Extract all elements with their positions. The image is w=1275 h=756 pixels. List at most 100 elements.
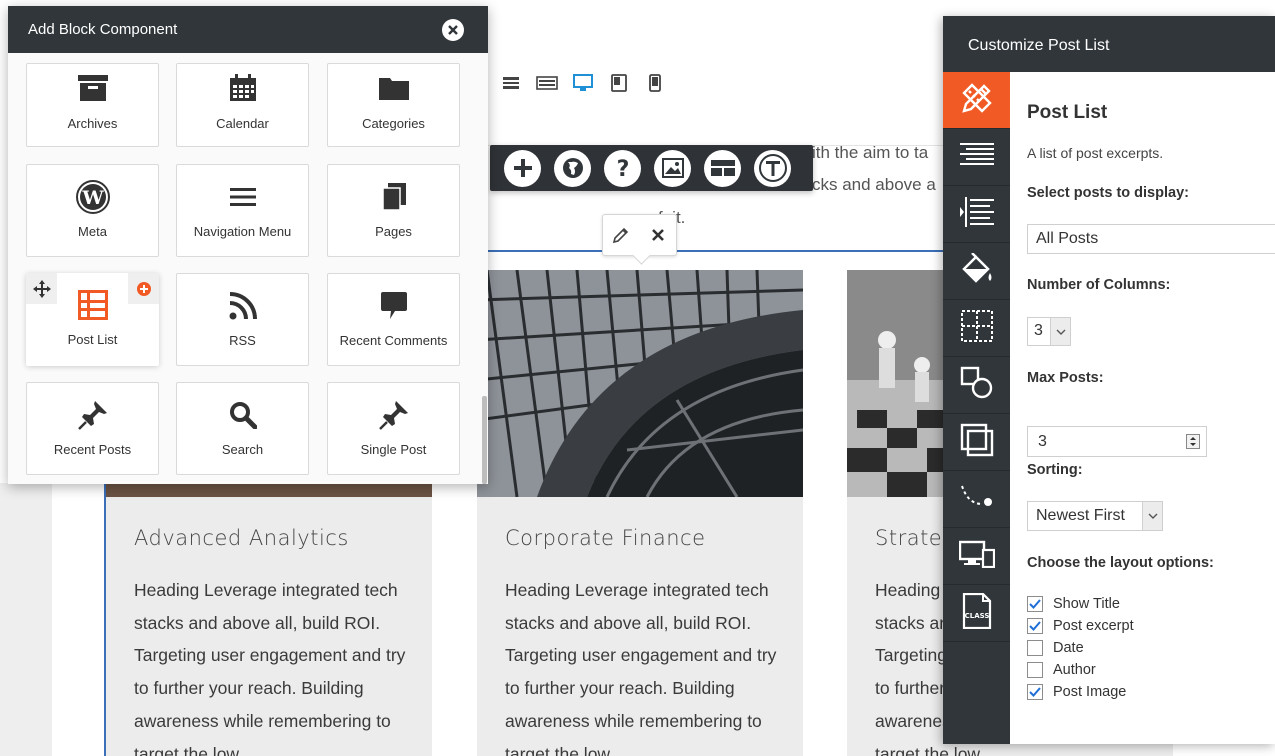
block-tile-meta[interactable]: W Meta <box>26 164 159 257</box>
post-card[interactable]: Corporate Finance Heading Leverage integ… <box>477 270 803 756</box>
edit-block-popover <box>602 214 677 256</box>
panel-scrollbar[interactable] <box>482 396 487 484</box>
rail-tab-devices[interactable] <box>943 528 1010 585</box>
option-label: Author <box>1053 662 1096 678</box>
rail-tab-animation[interactable] <box>943 471 1010 528</box>
pencil-icon[interactable] <box>608 222 634 248</box>
block-toolbar: ? <box>490 145 813 191</box>
block-tile-label: Single Post <box>360 442 427 457</box>
section-heading: Post List <box>1027 102 1108 123</box>
block-tile-navigation-menu[interactable]: Navigation Menu <box>176 164 309 257</box>
sorting-label: Sorting: <box>1027 462 1083 478</box>
paint-bucket-icon <box>960 251 994 290</box>
block-tile-archives[interactable]: Archives <box>26 63 159 147</box>
rail-tab-spacing[interactable] <box>943 300 1010 357</box>
class-file-icon: CLASS <box>962 592 992 634</box>
layout-options-label: Choose the layout options: <box>1027 555 1214 571</box>
customize-content: Post List A list of post excerpts. Selec… <box>1010 72 1275 744</box>
post-title[interactable]: Advanced Analytics <box>134 526 349 550</box>
block-tile-label: Recent Comments <box>339 333 448 348</box>
pages-icon <box>328 181 459 213</box>
block-tile-rss[interactable]: RSS <box>176 273 309 366</box>
posts-select[interactable]: All Posts <box>1027 224 1275 254</box>
checkbox-unchecked[interactable] <box>1027 640 1043 656</box>
post-list-icon <box>26 289 159 321</box>
close-icon[interactable] <box>442 19 464 41</box>
sorting-select-value: Newest First <box>1036 507 1125 524</box>
intro-line: ith the aim to ta <box>812 143 929 162</box>
section-description: A list of post excerpts. <box>1027 145 1164 161</box>
option-label: Post Image <box>1053 684 1127 700</box>
block-tile-label: RSS <box>229 333 256 348</box>
fullwidth-view-icon[interactable] <box>500 72 522 94</box>
devices-icon <box>958 540 995 573</box>
customize-side-rail: CLASS <box>943 72 1018 744</box>
block-tile-label: Search <box>221 442 264 457</box>
image-icon[interactable] <box>654 149 691 187</box>
device-toolbar <box>500 70 666 96</box>
max-posts-value: 3 <box>1038 433 1047 450</box>
max-posts-input[interactable]: 3 <box>1027 426 1207 457</box>
block-tile-label: Navigation Menu <box>193 224 292 239</box>
post-title[interactable]: Corporate Finance <box>505 526 706 550</box>
checkbox-unchecked[interactable] <box>1027 662 1043 678</box>
pencil-ruler-icon <box>960 81 994 120</box>
desktop-view-icon[interactable] <box>572 72 594 94</box>
svg-text:CLASS: CLASS <box>964 612 989 620</box>
sorting-select[interactable]: Newest First <box>1027 501 1163 531</box>
block-tile-pages[interactable]: Pages <box>327 164 460 257</box>
globe-icon[interactable] <box>554 149 591 187</box>
folder-icon <box>328 72 459 104</box>
close-icon[interactable] <box>645 222 671 248</box>
post-excerpt: Heading Leverage integrated tech stacks … <box>134 580 406 756</box>
columns-select-value: 3 <box>1034 322 1043 339</box>
checkbox-checked[interactable] <box>1027 596 1043 612</box>
block-tile-calendar[interactable]: Calendar <box>176 63 309 147</box>
rail-tab-border[interactable] <box>943 414 1010 471</box>
block-tile-categories[interactable]: Categories <box>327 63 460 147</box>
rail-tab-design[interactable] <box>943 72 1018 129</box>
posts-select-value: All Posts <box>1036 230 1099 247</box>
block-tile-single-post[interactable]: Single Post <box>327 382 460 475</box>
text-icon[interactable] <box>754 149 791 187</box>
columns-select[interactable]: 3 <box>1027 317 1071 346</box>
motion-path-icon <box>960 482 994 517</box>
rail-tab-shapes[interactable] <box>943 357 1010 414</box>
block-tile-recent-posts[interactable]: Recent Posts <box>26 382 159 475</box>
block-tile-label: Calendar <box>216 116 269 131</box>
desktop-wide-view-icon[interactable] <box>536 72 558 94</box>
rail-tab-text[interactable] <box>943 129 1010 186</box>
post-excerpt: Heading Leverage integrated tech stacks … <box>505 580 777 756</box>
option-post-excerpt[interactable]: Post excerpt <box>1027 616 1134 636</box>
block-tile-label: Recent Posts <box>53 442 132 457</box>
block-tile-post-list[interactable]: Post List <box>26 273 159 366</box>
option-date[interactable]: Date <box>1027 638 1084 658</box>
rail-tab-class[interactable]: CLASS <box>943 585 1010 642</box>
post-image-building <box>477 270 803 497</box>
block-tile-recent-comments[interactable]: Recent Comments <box>327 273 460 366</box>
intro-line: cks and above a <box>812 175 936 194</box>
checkbox-checked[interactable] <box>1027 618 1043 634</box>
stepper-arrows-icon[interactable] <box>1186 434 1200 449</box>
post-image-keyboard <box>106 483 432 497</box>
grid-dashed-icon <box>960 309 993 347</box>
option-post-image[interactable]: Post Image <box>1027 682 1126 702</box>
pin-icon <box>27 399 158 431</box>
checkbox-checked[interactable] <box>1027 684 1043 700</box>
add-block-button[interactable] <box>504 149 541 187</box>
align-text-icon <box>959 142 994 173</box>
option-author[interactable]: Author <box>1027 660 1096 680</box>
option-label: Post excerpt <box>1053 618 1134 634</box>
option-show-title[interactable]: Show Title <box>1027 594 1120 614</box>
rail-tab-background[interactable] <box>943 243 1010 300</box>
block-tile-search[interactable]: Search <box>176 382 309 475</box>
svg-text:?: ? <box>616 157 629 180</box>
mobile-view-icon[interactable] <box>644 72 666 94</box>
help-icon[interactable]: ? <box>604 149 641 187</box>
chevron-down-icon <box>1142 502 1162 530</box>
columns-label: Number of Columns: <box>1027 277 1171 293</box>
search-icon <box>177 399 308 431</box>
tablet-view-icon[interactable] <box>608 72 630 94</box>
layout-icon[interactable] <box>704 149 741 187</box>
rail-tab-indent[interactable] <box>943 186 1010 243</box>
